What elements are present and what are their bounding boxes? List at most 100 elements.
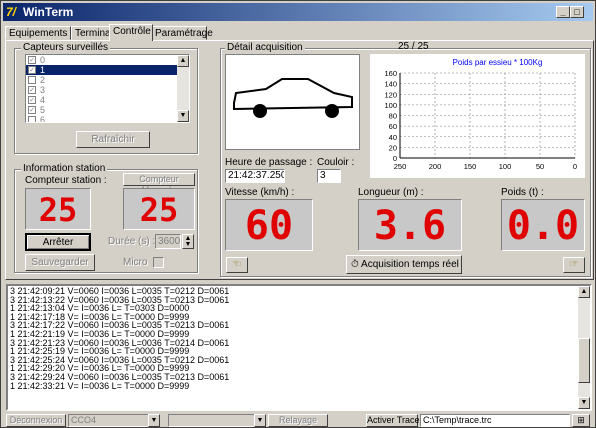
poids-label: Poids (t) : bbox=[501, 187, 544, 198]
relayage-button[interactable]: Relayage bbox=[268, 414, 328, 427]
micro-checkbox[interactable] bbox=[153, 257, 164, 268]
x-tick-label: 150 bbox=[464, 162, 477, 171]
scroll-up-icon[interactable]: ▲ bbox=[578, 286, 590, 298]
y-tick-label: 20 bbox=[389, 143, 397, 152]
capteur-checkbox[interactable]: ✓ bbox=[28, 56, 36, 64]
scroll-thumb[interactable] bbox=[578, 338, 590, 383]
car-icon bbox=[233, 78, 353, 118]
duree-spinner[interactable]: ▲ ▼ bbox=[182, 234, 194, 249]
tab-parametrage[interactable]: Paramétrage bbox=[151, 26, 213, 40]
tab-label: Equipements bbox=[9, 28, 68, 39]
tab-label: Paramétrage bbox=[155, 28, 213, 39]
compteur-station-value: 25 bbox=[38, 191, 78, 229]
poids-value: 0.0 bbox=[506, 203, 580, 249]
x-tick-label: 200 bbox=[429, 162, 442, 171]
log-textarea[interactable]: 3 21:42:09:21 V=0060 I=0036 L=0035 T=021… bbox=[6, 284, 592, 411]
tab-label: Contrôle bbox=[113, 26, 151, 37]
save-button[interactable]: Sauvegarder bbox=[25, 254, 95, 271]
compteur-station-label: Compteur station : bbox=[25, 175, 107, 186]
log-scrollbar[interactable]: ▲ ▼ bbox=[578, 286, 590, 409]
y-tick-label: 160 bbox=[384, 69, 397, 78]
detail-group-label: Détail acquisition bbox=[225, 42, 305, 54]
capteur-checkbox[interactable]: ✓ bbox=[28, 106, 36, 114]
capteur-item[interactable]: ✓ 4 bbox=[26, 95, 189, 105]
capteur-item[interactable]: 6 bbox=[26, 115, 189, 123]
compteur-station-display: 25 bbox=[25, 188, 91, 230]
capteur-label: 4 bbox=[40, 95, 46, 105]
couloir-field[interactable]: 3 bbox=[317, 169, 341, 183]
duree-input[interactable]: 3600 bbox=[155, 234, 181, 249]
capteur-checkbox[interactable] bbox=[28, 116, 36, 122]
window-title: WinTerm bbox=[23, 5, 74, 19]
scroll-down-icon[interactable]: ▼ bbox=[177, 110, 189, 122]
longueur-label: Longueur (m) : bbox=[358, 187, 424, 198]
longueur-value: 3.6 bbox=[373, 203, 447, 249]
capteurs-scrollbar[interactable]: ▲ ▼ bbox=[177, 55, 189, 122]
acquisition-label: Acquisition temps réel bbox=[361, 259, 459, 270]
tab-equipements[interactable]: Equipements bbox=[5, 26, 71, 40]
capteur-label: 6 bbox=[40, 115, 46, 123]
couloir-label: Couloir : bbox=[317, 157, 355, 168]
x-tick-label: 250 bbox=[394, 162, 407, 171]
capteur-item[interactable]: ✓ 0 bbox=[26, 55, 189, 65]
tab-label: Terminal bbox=[75, 28, 113, 39]
stopwatch-icon: ⏱ bbox=[351, 259, 359, 270]
capteurs-list[interactable]: ✓ 0 ✓ 1 2 ✓ 3 ✓ 4 ✓ 5 6 ▲ ▼ bbox=[25, 54, 190, 123]
duree-label: Durée (s) : bbox=[108, 236, 156, 247]
refresh-button[interactable]: Rafraîchir bbox=[76, 131, 150, 148]
capteur-item[interactable]: ✓ 3 bbox=[26, 85, 189, 95]
deconnexion-button[interactable]: Déconnexion bbox=[6, 414, 66, 427]
vitesse-value: 60 bbox=[244, 203, 294, 249]
maximize-button[interactable]: □ bbox=[570, 6, 584, 18]
empty-select[interactable] bbox=[168, 414, 266, 427]
chart-title: Poids par essieu * 100Kg bbox=[453, 58, 543, 67]
chevron-down-icon[interactable]: ▼ bbox=[254, 414, 266, 427]
poids-display: 0.0 bbox=[501, 199, 585, 251]
previous-button[interactable]: ☜ bbox=[226, 257, 248, 273]
port-select[interactable]: CCO4 bbox=[68, 414, 160, 427]
capteur-item[interactable]: ✓ 1 bbox=[26, 65, 189, 75]
longueur-display: 3.6 bbox=[358, 199, 462, 251]
acquisition-temps-reel-button[interactable]: ⏱ Acquisition temps réel bbox=[346, 255, 462, 274]
heure-field[interactable]: 21:42:37.250 bbox=[225, 169, 285, 183]
hand-left-icon: ☜ bbox=[232, 259, 242, 270]
micro-label: Micro bbox=[123, 257, 148, 268]
next-button[interactable]: ☞ bbox=[563, 257, 585, 273]
scroll-down-icon[interactable]: ▼ bbox=[578, 397, 590, 409]
capteur-label: 3 bbox=[40, 85, 46, 95]
vitesse-display: 60 bbox=[225, 199, 313, 251]
y-tick-label: 80 bbox=[389, 112, 397, 121]
capteur-checkbox[interactable]: ✓ bbox=[28, 86, 36, 94]
log-line: 1 21:42:33:21 V= I=0036 L= T=0000 D=9999 bbox=[10, 380, 190, 391]
poids-chart-svg: Poids par essieu * 100Kg 160 140120 100 8060… bbox=[384, 58, 577, 171]
capteur-label: 2 bbox=[40, 75, 46, 85]
capteur-item[interactable]: ✓ 5 bbox=[26, 105, 189, 115]
station-group-label: Information station bbox=[21, 163, 108, 175]
capteurs-group-label: Capteurs surveillés bbox=[21, 42, 111, 54]
tab-terminal[interactable]: Terminal bbox=[71, 26, 113, 40]
chevron-down-icon[interactable]: ▼ bbox=[148, 414, 160, 427]
capteur-checkbox[interactable] bbox=[28, 76, 36, 84]
scroll-up-icon[interactable]: ▲ bbox=[177, 55, 189, 67]
x-tick-label: 0 bbox=[573, 162, 577, 171]
y-tick-label: 100 bbox=[384, 101, 397, 110]
y-tick-label: 120 bbox=[384, 90, 397, 99]
minimize-button[interactable]: _ bbox=[556, 6, 570, 18]
poids-chart: Poids par essieu * 100Kg 160 140 120 100 80 60… bbox=[370, 54, 585, 178]
trace-path-field[interactable]: C:\Temp\trace.trc bbox=[420, 414, 570, 427]
hand-right-icon: ☞ bbox=[569, 259, 579, 270]
folder-icon[interactable]: ⊞ bbox=[572, 414, 590, 427]
activer-trace-button[interactable]: Activer Trace bbox=[366, 414, 420, 427]
compteur-manuel-button[interactable]: Compteur Manuel : bbox=[123, 173, 195, 195]
title-bar[interactable]: 7/ WinTerm _ □ bbox=[3, 3, 593, 21]
capteur-checkbox[interactable]: ✓ bbox=[28, 96, 36, 104]
tab-controle[interactable]: Contrôle bbox=[109, 24, 153, 41]
compteur-manuel-display: 25 bbox=[123, 188, 195, 230]
capteur-checkbox[interactable]: ✓ bbox=[28, 66, 36, 74]
capteur-item[interactable]: 2 bbox=[26, 75, 189, 85]
y-tick-label: 40 bbox=[389, 133, 397, 142]
app-logo-icon: 7/ bbox=[6, 5, 17, 19]
stop-button[interactable]: Arrêter bbox=[25, 233, 91, 251]
capteur-label: 0 bbox=[40, 55, 46, 65]
y-tick-label: 60 bbox=[389, 122, 397, 131]
